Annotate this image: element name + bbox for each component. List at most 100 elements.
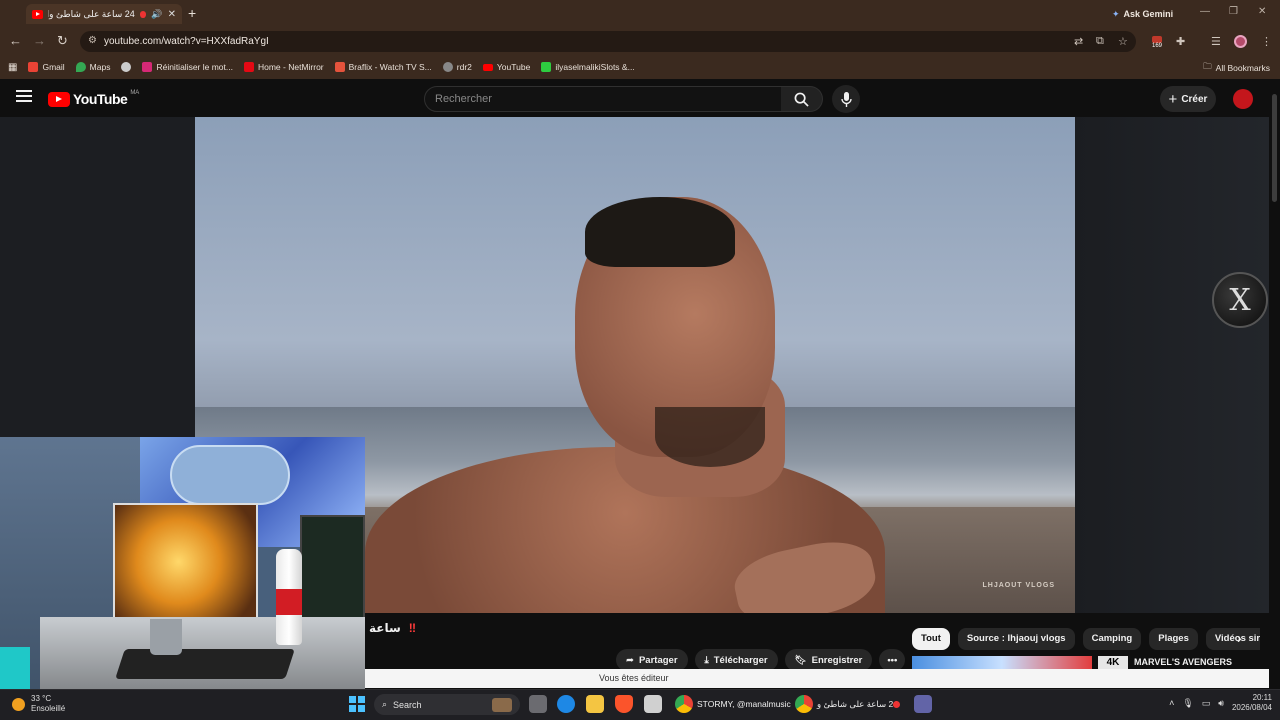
url-text: youtube.com/watch?v=HXXfadRaYgI [104, 36, 269, 47]
reading-list-icon[interactable]: ☰ [1211, 35, 1221, 48]
edge-icon[interactable] [557, 695, 575, 713]
youtube-icon [482, 63, 493, 71]
plus-icon: + [1168, 90, 1178, 108]
bookmark-slots[interactable]: ilyaselmalikiSlots &... [541, 62, 635, 72]
bookmark-netmirror[interactable]: Home - NetMirror [243, 62, 324, 72]
task-view-icon[interactable] [529, 695, 547, 713]
site-info-icon[interactable]: ⚙ [88, 35, 97, 46]
close-window-icon[interactable]: ✕ [1258, 6, 1266, 17]
keyboard [115, 649, 295, 679]
all-bookmarks-button[interactable]: 🗀 All Bookmarks [1203, 61, 1270, 75]
more-horizontal-icon: ••• [887, 654, 898, 666]
scrollbar-thumb[interactable] [1272, 94, 1277, 202]
extensions-puzzle-icon[interactable]: ✚ [1176, 35, 1185, 48]
weather-temp: 33 °C [31, 694, 52, 703]
system-tray: ˄ 🎙︎ ▭ 🔊︎ 20:11 2026/08/04 [1169, 693, 1272, 713]
folder-icon: 🗀 [1203, 61, 1212, 71]
recommended-title[interactable]: MARVEL'S AVENGERS [1134, 657, 1232, 667]
search-icon: ⌕ [382, 699, 388, 709]
reload-icon[interactable]: ↻ [57, 33, 68, 49]
file-explorer-icon[interactable] [586, 695, 604, 713]
weather-widget[interactable]: 33 °C Ensoleillé [12, 694, 65, 714]
minimize-icon[interactable]: — [1200, 6, 1210, 17]
recording-dot-icon [893, 701, 900, 708]
chip-beaches[interactable]: Plages [1149, 628, 1198, 650]
youtube-favicon-icon [32, 9, 44, 19]
windows-start-icon[interactable] [349, 696, 365, 712]
browser-tab-active[interactable]: 24 ساعة على شاطئ واد 🔊 ✕ [26, 4, 182, 24]
video-title: ساعة ‼ [369, 621, 416, 635]
bookmark-instagram[interactable]: Réinitialiser le mot... [142, 62, 233, 72]
bookmark-rdr2[interactable]: rdr2 [442, 62, 472, 72]
chevron-up-icon[interactable]: ˄ [1169, 698, 1174, 708]
menu-hamburger-icon[interactable] [16, 90, 32, 102]
windows-taskbar [0, 689, 1280, 720]
clock[interactable]: 20:11 2026/08/04 [1232, 693, 1272, 713]
search-input[interactable]: Rechercher [424, 86, 782, 112]
clock-time: 20:11 [1252, 693, 1272, 702]
chevron-right-icon[interactable]: › [1237, 630, 1242, 646]
chrome-icon[interactable] [675, 695, 693, 713]
forward-icon[interactable]: → [33, 33, 46, 48]
bookmark-gmail[interactable]: Gmail [28, 62, 65, 72]
chip-all[interactable]: Tout [912, 628, 950, 650]
bookmark-label: rdr2 [456, 62, 472, 72]
more-actions-button[interactable]: ••• [879, 649, 906, 671]
globe-icon [121, 62, 132, 72]
recommended-thumbnail[interactable] [912, 656, 1092, 670]
bookmark-maps[interactable]: Maps [75, 62, 110, 72]
teams-icon[interactable] [914, 695, 932, 713]
close-tab-icon[interactable]: ✕ [168, 9, 176, 20]
restore-icon[interactable]: ❐ [1229, 6, 1238, 17]
chip-source[interactable]: Source : Ihjaouj vlogs [957, 628, 1075, 650]
brave-icon[interactable] [615, 695, 633, 713]
taskbar-app-label[interactable]: STORMY, @manalmusic [697, 699, 791, 709]
country-code: MA [130, 90, 140, 96]
user-avatar[interactable] [1233, 89, 1253, 109]
bookmark-star-icon[interactable]: ☆ [1118, 35, 1128, 48]
download-button[interactable]: ⤓ Télécharger [694, 649, 778, 671]
video-person-hair [585, 197, 735, 267]
install-app-icon[interactable]: ⧉ [1096, 35, 1104, 48]
apps-grid-icon[interactable]: ▦ [8, 62, 17, 73]
profile-avatar[interactable] [1234, 35, 1247, 48]
search-highlight-icon [492, 697, 512, 712]
taskbar-app-label[interactable]: 24 ساعة على شاطئ و [817, 699, 898, 710]
ask-gemini-button[interactable]: ✦ Ask Gemini [1104, 5, 1181, 23]
speaker-icon[interactable]: 🔊 [151, 9, 162, 20]
bookmark-unnamed[interactable] [121, 62, 132, 72]
store-icon[interactable] [644, 695, 662, 713]
kick-icon [541, 62, 552, 72]
search-button[interactable] [781, 86, 823, 112]
new-tab-icon[interactable]: + [188, 5, 196, 21]
download-icon: ⤓ [704, 654, 709, 666]
share-button[interactable]: ➦ Partager [616, 649, 688, 671]
youtube-logo[interactable]: YouTube MA [48, 90, 140, 107]
extension-badge[interactable]: 169 [1149, 36, 1165, 50]
voice-search-button[interactable] [832, 85, 860, 113]
gemini-sparkle-icon: ✦ [1112, 8, 1120, 19]
save-button[interactable]: 🔖︎ Enregistrer [784, 649, 873, 671]
all-bookmarks-label: All Bookmarks [1215, 63, 1270, 73]
taskbar-search[interactable]: ⌕ Search [374, 694, 520, 715]
weather-label: Ensoleillé [31, 704, 66, 713]
bookmark-braflix[interactable]: Braflix - Watch TV S... [334, 62, 432, 72]
address-bar[interactable]: ⚙ youtube.com/watch?v=HXXfadRaYgI [80, 31, 1136, 52]
chrome-menu-icon[interactable]: ⋮ [1261, 35, 1272, 48]
floating-x-widget-icon[interactable]: X [1212, 272, 1268, 328]
video-title-text: ساعة [369, 621, 401, 635]
microphone-icon[interactable]: 🎙︎ [1182, 698, 1193, 709]
volume-icon[interactable]: 🔊︎ [1218, 698, 1224, 709]
taskbar-search-label: Search [393, 699, 422, 710]
chip-similar-videos[interactable]: Vidéos sir [1205, 628, 1261, 650]
ambient-backdrop-left [0, 117, 195, 437]
video-title-mark: ‼ [408, 621, 417, 635]
back-icon[interactable]: ← [9, 33, 22, 48]
instagram-icon [142, 62, 153, 72]
chip-camping[interactable]: Camping [1082, 628, 1142, 650]
network-icon[interactable]: ▭ [1202, 698, 1211, 709]
chrome-icon[interactable] [795, 695, 813, 713]
bookmark-youtube[interactable]: YouTube [482, 62, 530, 72]
create-button[interactable]: + Créer [1160, 86, 1216, 112]
translate-icon[interactable]: ⇄ [1074, 35, 1083, 48]
